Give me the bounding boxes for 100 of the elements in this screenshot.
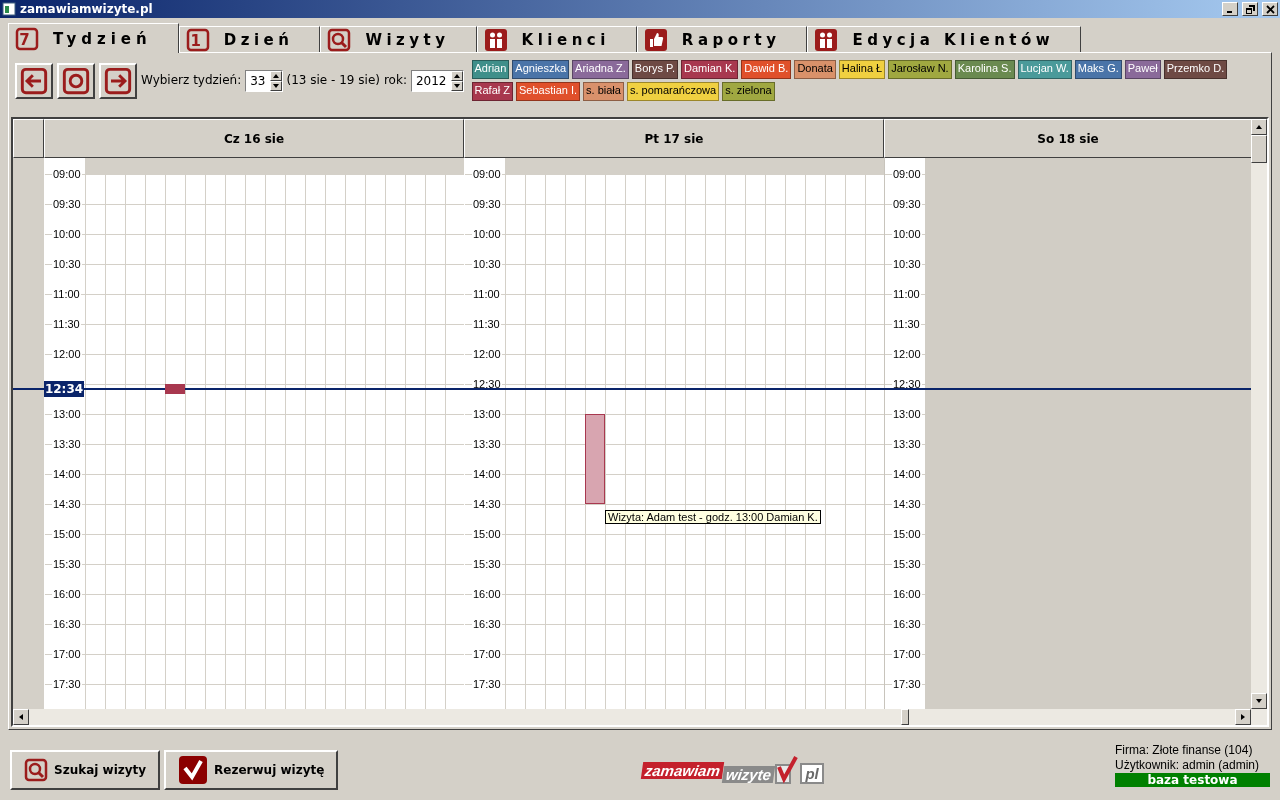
- time-label: 15:00: [472, 527, 502, 541]
- time-label: 16:00: [892, 587, 922, 601]
- calendar-day-icon: 7: [15, 26, 39, 51]
- tab[interactable]: 7 Tydzień: [8, 23, 179, 53]
- staff-tag[interactable]: Agnieszka: [512, 60, 570, 79]
- tab[interactable]: Edycja Klientów: [807, 26, 1082, 52]
- time-label: 09:30: [52, 197, 82, 211]
- company-info: Firma: Złote finanse (104): [1115, 743, 1254, 757]
- time-label: 14:30: [892, 497, 922, 511]
- staff-tag[interactable]: Dawid B.: [741, 60, 792, 79]
- checkmark-icon: [178, 755, 209, 785]
- day-header: Pt 17 sie: [464, 119, 884, 158]
- time-label: 15:00: [52, 527, 82, 541]
- time-label: 10:00: [892, 227, 922, 241]
- time-label: 16:00: [472, 587, 502, 601]
- time-label: 13:30: [892, 437, 922, 451]
- staff-tag[interactable]: Borys P.: [631, 60, 678, 79]
- vertical-scrollbar[interactable]: [1251, 119, 1267, 709]
- previous-week-button[interactable]: [15, 63, 53, 99]
- logo-text: pl: [800, 762, 824, 784]
- time-label: 13:00: [892, 407, 922, 421]
- close-button[interactable]: [1262, 2, 1278, 16]
- scrollbar-thumb[interactable]: [901, 709, 909, 725]
- minimize-button[interactable]: [1222, 2, 1238, 16]
- week-spinbox[interactable]: 33: [245, 70, 283, 92]
- scroll-right-icon: [1239, 713, 1247, 721]
- close-icon: [1265, 4, 1275, 14]
- spin-down-icon: [452, 82, 461, 90]
- restore-button[interactable]: [1242, 2, 1258, 16]
- scroll-down-icon: [1255, 697, 1263, 705]
- time-label: 09:00: [472, 167, 502, 181]
- time-label: 14:30: [472, 497, 502, 511]
- time-label: 16:30: [892, 617, 922, 631]
- time-label: 13:30: [472, 437, 502, 451]
- day-header: Cz 16 sie: [44, 119, 464, 158]
- time-label: 13:00: [472, 407, 502, 421]
- time-label: 15:00: [892, 527, 922, 541]
- staff-tag[interactable]: s. pomarańczowa: [626, 82, 720, 101]
- spin-up-icon: [452, 72, 461, 80]
- staff-tag[interactable]: Damian K.: [681, 60, 739, 79]
- restore-icon: [1245, 4, 1255, 14]
- logo-text: wizyte: [722, 765, 776, 783]
- time-label: 10:00: [52, 227, 82, 241]
- time-label: 14:00: [52, 467, 82, 481]
- staff-tag[interactable]: Paweł: [1124, 60, 1161, 79]
- time-label: 16:30: [52, 617, 82, 631]
- year-spinbox[interactable]: 2012: [410, 70, 464, 92]
- time-label: 10:30: [52, 257, 82, 271]
- staff-tag[interactable]: Przemko D.: [1163, 60, 1228, 79]
- time-label: 09:30: [892, 197, 922, 211]
- tab[interactable]: 1 Dzień: [178, 26, 321, 52]
- time-label: 17:30: [52, 677, 82, 691]
- search-visit-button[interactable]: Szukaj wizyty: [10, 750, 161, 790]
- time-label: 11:00: [52, 287, 81, 301]
- tab[interactable]: Klienci: [476, 26, 637, 52]
- staff-tag[interactable]: Donata: [794, 60, 836, 79]
- tooltip: Wizyta: Adam test - godz. 13:00 Damian K.: [605, 510, 821, 524]
- staff-tag[interactable]: Karolina S.: [954, 60, 1015, 79]
- staff-tag[interactable]: Jarosław N.: [888, 60, 952, 79]
- time-label: 10:30: [472, 257, 502, 271]
- time-label: 14:30: [52, 497, 82, 511]
- current-week-button[interactable]: [57, 63, 95, 99]
- scrollbar-thumb[interactable]: [1251, 135, 1267, 163]
- time-label: 10:00: [472, 227, 502, 241]
- staff-tag[interactable]: Maks G.: [1074, 60, 1122, 79]
- book-visit-button[interactable]: Rezerwuj wizytę: [164, 750, 339, 790]
- arrow-right-icon: [104, 67, 132, 95]
- spin-down-icon: [271, 82, 280, 90]
- time-label: 11:00: [892, 287, 921, 301]
- staff-tag[interactable]: s. zielona: [722, 82, 775, 101]
- spin-up-icon: [271, 72, 280, 80]
- time-label: 11:30: [472, 317, 501, 331]
- time-label: 12:00: [472, 347, 502, 361]
- arrow-left-icon: [20, 67, 48, 95]
- time-label: 11:00: [472, 287, 501, 301]
- horizontal-scrollbar[interactable]: [13, 709, 1267, 725]
- time-label: 14:00: [892, 467, 922, 481]
- tab[interactable]: Wizyty: [320, 26, 477, 52]
- time-label: 17:30: [472, 677, 502, 691]
- time-label: 13:00: [52, 407, 82, 421]
- staff-tag[interactable]: Ariadna Z.: [572, 60, 629, 79]
- time-label: 17:00: [52, 647, 82, 661]
- time-label: 11:30: [52, 317, 81, 331]
- staff-tag[interactable]: Halina Ł: [838, 60, 886, 79]
- staff-tag[interactable]: Adrian: [471, 60, 510, 79]
- time-label: 16:00: [52, 587, 82, 601]
- time-label: 14:00: [472, 467, 502, 481]
- day-header: So 18 sie: [884, 119, 1251, 158]
- staff-tag[interactable]: Rafał Z: [471, 82, 513, 101]
- appointment-block[interactable]: [585, 414, 605, 504]
- staff-tag[interactable]: s. biała: [583, 82, 624, 101]
- scroll-left-icon: [17, 713, 25, 721]
- staff-tag[interactable]: Sebastian I.: [516, 82, 581, 101]
- scroll-up-icon: [1255, 123, 1263, 131]
- time-label: 17:00: [892, 647, 922, 661]
- next-week-button[interactable]: [99, 63, 137, 99]
- tab[interactable]: Raporty: [636, 26, 808, 52]
- time-label: 17:30: [892, 677, 922, 691]
- time-label: 09:30: [472, 197, 502, 211]
- week-range: (13 sie - 19 sie): [286, 73, 380, 87]
